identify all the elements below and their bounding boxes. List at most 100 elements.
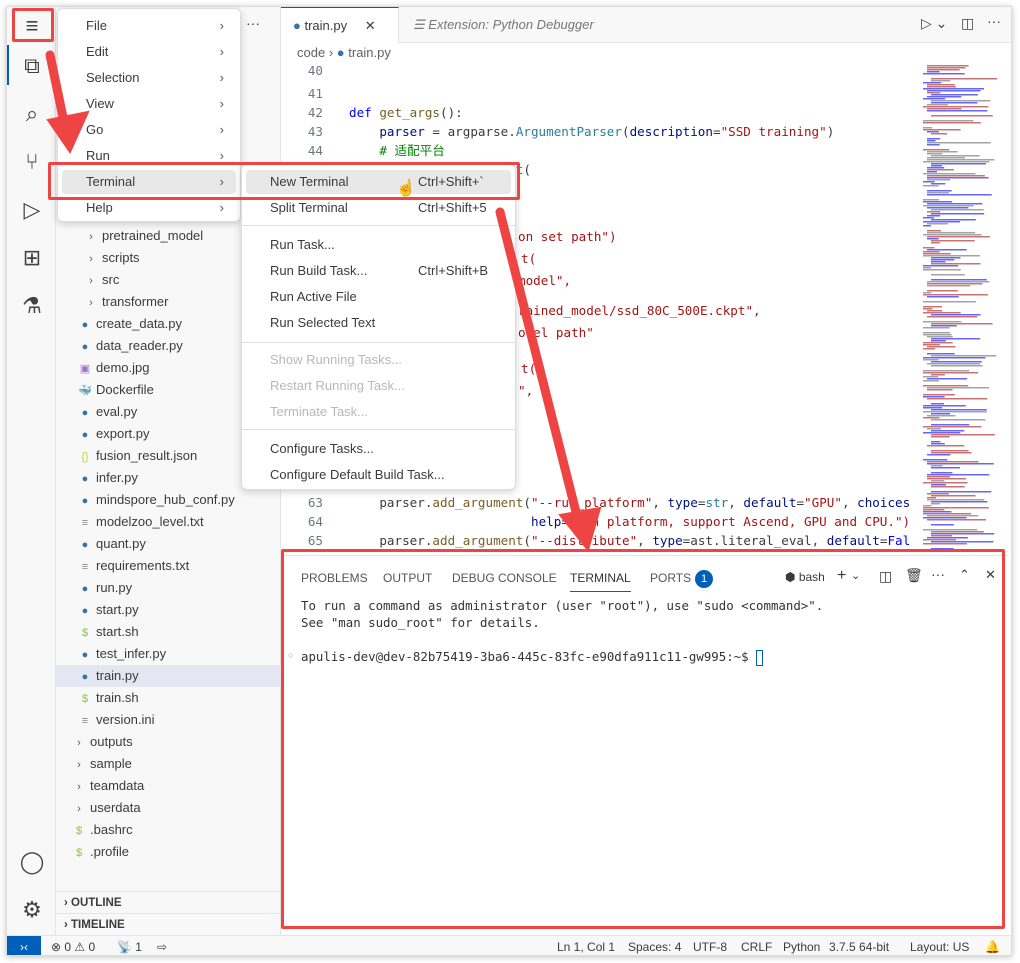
submenu-item[interactable]: Run Active File	[246, 285, 511, 309]
text-file-icon: ≡	[81, 715, 89, 727]
search-icon[interactable]: ⌕	[17, 99, 47, 129]
minimap[interactable]	[921, 65, 1009, 555]
file-tree-item[interactable]: › userdata	[56, 797, 281, 819]
file-tree-item[interactable]: $ train.sh	[56, 687, 281, 709]
remote-indicator-icon[interactable]: ›‹	[7, 936, 41, 955]
file-tree-item-label: sample	[90, 756, 132, 771]
menu-item-go[interactable]: Go ›	[62, 118, 236, 142]
chevron-down-icon[interactable]: ⌄	[851, 569, 860, 582]
terminal-shell-selector[interactable]: ⬢ bash	[785, 570, 825, 584]
submenu-item[interactable]: Run Task...	[246, 233, 511, 257]
tab-problems[interactable]: PROBLEMS	[301, 568, 368, 592]
timeline-section[interactable]: › TIMELINE	[56, 913, 281, 935]
extensions-icon[interactable]: ⊞	[17, 243, 47, 273]
hamburger-menu-icon[interactable]: ≡	[17, 11, 47, 41]
file-tree-item[interactable]: ● quant.py	[56, 533, 281, 555]
file-tree-item[interactable]: › outputs	[56, 731, 281, 753]
menu-item-label: View	[86, 96, 114, 111]
file-tree-item[interactable]: ● train.py	[56, 665, 281, 687]
menu-item-selection[interactable]: Selection ›	[62, 66, 236, 90]
more-actions-icon[interactable]: ···	[931, 566, 945, 582]
language-mode[interactable]: Python	[783, 936, 820, 955]
file-tree-item[interactable]: › sample	[56, 753, 281, 775]
file-tree-item[interactable]: $ .bashrc	[56, 819, 281, 841]
terminal-prompt-line[interactable]: apulis-dev@dev-82b75419-3ba6-445c-83fc-e…	[301, 649, 764, 666]
file-tree-item[interactable]: ≡ requirements.txt	[56, 555, 281, 577]
menu-item-edit[interactable]: Edit ›	[62, 40, 236, 64]
submenu-item[interactable]: Run Selected Text	[246, 311, 511, 335]
file-tree-item[interactable]: ≡ version.ini	[56, 709, 281, 731]
minimap-line	[923, 301, 976, 303]
submenu-item[interactable]: Show Running Tasks...	[246, 348, 511, 372]
encoding[interactable]: UTF-8	[693, 936, 727, 955]
account-icon[interactable]: ◯	[17, 847, 47, 877]
submenu-item[interactable]: Configure Tasks...	[246, 437, 511, 461]
more-actions-icon[interactable]: ···	[987, 13, 1001, 29]
code-fragment: rained_model/ssd_80C_500E.ckpt",	[518, 303, 761, 318]
run-python-file-icon[interactable]: ▷ ⌄	[921, 15, 947, 32]
more-actions-icon[interactable]: ···	[246, 15, 260, 31]
minimap-line	[923, 129, 961, 131]
file-tree-item[interactable]: ≡ modelzoo_level.txt	[56, 511, 281, 533]
code-token: parser.	[349, 495, 433, 510]
tab-ports[interactable]: PORTS	[650, 568, 691, 592]
cursor-position[interactable]: Ln 1, Col 1	[557, 936, 615, 955]
submenu-item[interactable]: Terminate Task...	[246, 400, 511, 424]
tab-debug-console[interactable]: DEBUG CONSOLE	[452, 568, 557, 592]
menu-item-view[interactable]: View ›	[62, 92, 236, 116]
minimap-line	[931, 467, 960, 469]
terminal-output-line: See "man sudo_root" for details.	[301, 615, 540, 630]
source-control-icon[interactable]: ⑂	[17, 147, 47, 177]
explorer-icon[interactable]: ⧉	[17, 51, 47, 81]
file-tree-item[interactable]: › teamdata	[56, 775, 281, 797]
file-tree-item[interactable]: ● start.py	[56, 599, 281, 621]
submenu-item[interactable]: Configure Default Build Task...	[246, 463, 511, 487]
python-interpreter[interactable]: 3.7.5 64-bit	[829, 936, 889, 955]
file-tree-item[interactable]: ● test_infer.py	[56, 643, 281, 665]
menu-item-help[interactable]: Help ›	[62, 196, 236, 220]
tab-output[interactable]: OUTPUT	[383, 568, 432, 592]
submenu-item[interactable]: Split Terminal Ctrl+Shift+5	[246, 196, 511, 220]
menu-item-file[interactable]: File ›	[62, 14, 236, 38]
close-panel-icon[interactable]: ✕	[985, 567, 996, 583]
menu-separator	[242, 429, 515, 430]
new-terminal-plus-icon[interactable]: +	[837, 567, 846, 585]
minimap-line	[927, 497, 937, 499]
menu-item-run[interactable]: Run ›	[62, 144, 236, 168]
file-tree-item[interactable]: ● mindspore_hub_conf.py	[56, 489, 281, 511]
split-editor-icon[interactable]: ◫	[961, 15, 974, 32]
indentation[interactable]: Spaces: 4	[628, 936, 681, 955]
debug-launch-icon[interactable]: ⇨	[157, 936, 167, 955]
submenu-item[interactable]: Restart Running Task...	[246, 374, 511, 398]
minimap-line	[931, 94, 978, 96]
menu-item-label: Selection	[86, 70, 140, 85]
chevron-right-icon: ›	[219, 200, 224, 215]
outline-section[interactable]: › OUTLINE	[56, 891, 281, 913]
file-tree-item[interactable]: $ start.sh	[56, 621, 281, 643]
activity-bar: ≡ ⧉ ⌕ ⑂ ▷ ⊞ ⚗ ◯ ⚙	[7, 7, 56, 935]
chevron-right-icon: ›	[89, 297, 93, 309]
trash-icon[interactable]: 🗑	[905, 567, 923, 584]
file-tree-item[interactable]: ● run.py	[56, 577, 281, 599]
settings-gear-icon[interactable]: ⚙	[17, 895, 47, 925]
minimap-line	[923, 205, 974, 207]
minimap-line	[923, 98, 946, 100]
menu-item-terminal[interactable]: Terminal ›	[62, 170, 236, 194]
minimap-line	[927, 110, 988, 112]
file-tree-item[interactable]: $ .profile	[56, 841, 281, 863]
command-decoration-icon: ○	[288, 650, 294, 660]
split-terminal-icon[interactable]: ◫	[879, 568, 892, 585]
line-text: # 适配平台	[349, 141, 445, 160]
run-debug-icon[interactable]: ▷	[17, 195, 47, 225]
submenu-item[interactable]: Run Build Task... Ctrl+Shift+B	[246, 259, 511, 283]
notifications-bell-icon[interactable]: 🔔	[985, 936, 1000, 955]
tab-terminal[interactable]: TERMINAL	[570, 568, 631, 592]
submenu-item[interactable]: New Terminal Ctrl+Shift+`	[246, 170, 511, 194]
file-tree-item-label: transformer	[102, 294, 169, 309]
ports-status[interactable]: 📡 1	[117, 936, 142, 955]
testing-flask-icon[interactable]: ⚗	[17, 291, 47, 321]
problems-status[interactable]: ⊗ 0 ⚠ 0	[51, 936, 95, 955]
maximize-panel-chevron-up-icon[interactable]: ⌃	[959, 567, 970, 583]
end-of-line[interactable]: CRLF	[741, 936, 772, 955]
keyboard-layout[interactable]: Layout: US	[910, 936, 969, 955]
